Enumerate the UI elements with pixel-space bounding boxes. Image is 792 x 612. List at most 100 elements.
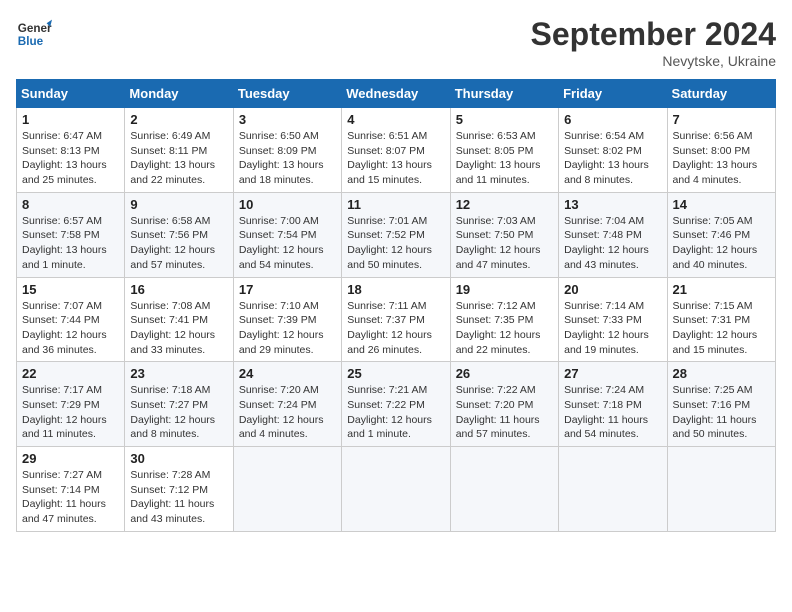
- day-number: 18: [347, 282, 444, 297]
- calendar-cell: 29 Sunrise: 7:27 AMSunset: 7:14 PMDayligh…: [17, 447, 125, 532]
- day-number: 30: [130, 451, 227, 466]
- title-block: September 2024 Nevytske, Ukraine: [531, 16, 776, 69]
- day-number: 13: [564, 197, 661, 212]
- day-number: 24: [239, 366, 336, 381]
- day-info: Sunrise: 7:28 AMSunset: 7:12 PMDaylight:…: [130, 468, 227, 527]
- calendar-cell: 16 Sunrise: 7:08 AMSunset: 7:41 PMDayligh…: [125, 277, 233, 362]
- day-number: 29: [22, 451, 119, 466]
- day-info: Sunrise: 6:58 AMSunset: 7:56 PMDaylight:…: [130, 214, 227, 273]
- col-saturday: Saturday: [667, 80, 775, 108]
- day-info: Sunrise: 7:07 AMSunset: 7:44 PMDaylight:…: [22, 299, 119, 358]
- calendar-cell: 2Sunrise: 6:49 AMSunset: 8:11 PMDaylight…: [125, 108, 233, 193]
- logo-icon: General Blue: [16, 16, 52, 52]
- month-title: September 2024: [531, 16, 776, 53]
- calendar-cell: 11 Sunrise: 7:01 AMSunset: 7:52 PMDayligh…: [342, 192, 450, 277]
- calendar-table: Sunday Monday Tuesday Wednesday Thursday…: [16, 79, 776, 532]
- col-sunday: Sunday: [17, 80, 125, 108]
- day-number: 27: [564, 366, 661, 381]
- calendar-cell: 26 Sunrise: 7:22 AMSunset: 7:20 PMDayligh…: [450, 362, 558, 447]
- day-number: 20: [564, 282, 661, 297]
- day-info: Sunrise: 7:03 AMSunset: 7:50 PMDaylight:…: [456, 214, 553, 273]
- day-number: 26: [456, 366, 553, 381]
- day-info: Sunrise: 7:11 AMSunset: 7:37 PMDaylight:…: [347, 299, 444, 358]
- calendar-cell: 13 Sunrise: 7:04 AMSunset: 7:48 PMDayligh…: [559, 192, 667, 277]
- day-info: Sunrise: 7:01 AMSunset: 7:52 PMDaylight:…: [347, 214, 444, 273]
- day-info: Sunrise: 7:24 AMSunset: 7:18 PMDaylight:…: [564, 383, 661, 442]
- day-number: 15: [22, 282, 119, 297]
- day-number: 22: [22, 366, 119, 381]
- calendar-cell: [233, 447, 341, 532]
- calendar-cell: 15 Sunrise: 7:07 AMSunset: 7:44 PMDayligh…: [17, 277, 125, 362]
- day-info: Sunrise: 7:04 AMSunset: 7:48 PMDaylight:…: [564, 214, 661, 273]
- col-friday: Friday: [559, 80, 667, 108]
- day-number: 21: [673, 282, 770, 297]
- col-tuesday: Tuesday: [233, 80, 341, 108]
- week-row-4: 22 Sunrise: 7:17 AMSunset: 7:29 PMDayligh…: [17, 362, 776, 447]
- calendar-cell: 17 Sunrise: 7:10 AMSunset: 7:39 PMDayligh…: [233, 277, 341, 362]
- calendar-cell: 25Sunrise: 7:21 AMSunset: 7:22 PMDayligh…: [342, 362, 450, 447]
- day-info: Sunrise: 7:14 AMSunset: 7:33 PMDaylight:…: [564, 299, 661, 358]
- day-number: 10: [239, 197, 336, 212]
- calendar-cell: 10 Sunrise: 7:00 AMSunset: 7:54 PMDayligh…: [233, 192, 341, 277]
- day-info: Sunrise: 6:57 AMSunset: 7:58 PMDaylight:…: [22, 214, 119, 273]
- day-info: Sunrise: 6:51 AMSunset: 8:07 PMDaylight:…: [347, 129, 444, 188]
- day-info: Sunrise: 6:56 AMSunset: 8:00 PMDaylight:…: [673, 129, 770, 188]
- week-row-1: 1Sunrise: 6:47 AMSunset: 8:13 PMDaylight…: [17, 108, 776, 193]
- svg-text:Blue: Blue: [18, 35, 44, 48]
- day-info: Sunrise: 7:18 AMSunset: 7:27 PMDaylight:…: [130, 383, 227, 442]
- calendar-cell: [559, 447, 667, 532]
- week-row-5: 29 Sunrise: 7:27 AMSunset: 7:14 PMDayligh…: [17, 447, 776, 532]
- day-info: Sunrise: 7:25 AMSunset: 7:16 PMDaylight:…: [673, 383, 770, 442]
- day-info: Sunrise: 7:17 AMSunset: 7:29 PMDaylight:…: [22, 383, 119, 442]
- day-info: Sunrise: 7:08 AMSunset: 7:41 PMDaylight:…: [130, 299, 227, 358]
- logo: General Blue: [16, 16, 52, 52]
- calendar-cell: 7 Sunrise: 6:56 AMSunset: 8:00 PMDaylight…: [667, 108, 775, 193]
- day-number: 11: [347, 197, 444, 212]
- location-subtitle: Nevytske, Ukraine: [531, 53, 776, 69]
- day-info: Sunrise: 6:50 AMSunset: 8:09 PMDaylight:…: [239, 129, 336, 188]
- day-info: Sunrise: 7:00 AMSunset: 7:54 PMDaylight:…: [239, 214, 336, 273]
- day-number: 12: [456, 197, 553, 212]
- calendar-cell: 14 Sunrise: 7:05 AMSunset: 7:46 PMDayligh…: [667, 192, 775, 277]
- day-info: Sunrise: 6:53 AMSunset: 8:05 PMDaylight:…: [456, 129, 553, 188]
- day-number: 16: [130, 282, 227, 297]
- calendar-cell: 1Sunrise: 6:47 AMSunset: 8:13 PMDaylight…: [17, 108, 125, 193]
- calendar-cell: 22 Sunrise: 7:17 AMSunset: 7:29 PMDayligh…: [17, 362, 125, 447]
- page-header: General Blue September 2024 Nevytske, Uk…: [16, 16, 776, 69]
- calendar-cell: 3 Sunrise: 6:50 AMSunset: 8:09 PMDaylight…: [233, 108, 341, 193]
- day-info: Sunrise: 7:27 AMSunset: 7:14 PMDaylight:…: [22, 468, 119, 527]
- svg-text:General: General: [18, 22, 52, 35]
- calendar-cell: 6Sunrise: 6:54 AMSunset: 8:02 PMDaylight…: [559, 108, 667, 193]
- day-number: 4: [347, 112, 444, 127]
- header-row: Sunday Monday Tuesday Wednesday Thursday…: [17, 80, 776, 108]
- calendar-cell: 20 Sunrise: 7:14 AMSunset: 7:33 PMDayligh…: [559, 277, 667, 362]
- day-info: Sunrise: 7:15 AMSunset: 7:31 PMDaylight:…: [673, 299, 770, 358]
- day-number: 7: [673, 112, 770, 127]
- col-thursday: Thursday: [450, 80, 558, 108]
- col-wednesday: Wednesday: [342, 80, 450, 108]
- calendar-cell: 21 Sunrise: 7:15 AMSunset: 7:31 PMDayligh…: [667, 277, 775, 362]
- week-row-3: 15 Sunrise: 7:07 AMSunset: 7:44 PMDayligh…: [17, 277, 776, 362]
- day-number: 14: [673, 197, 770, 212]
- day-number: 19: [456, 282, 553, 297]
- day-info: Sunrise: 6:54 AMSunset: 8:02 PMDaylight:…: [564, 129, 661, 188]
- day-info: Sunrise: 7:22 AMSunset: 7:20 PMDaylight:…: [456, 383, 553, 442]
- calendar-cell: 18 Sunrise: 7:11 AMSunset: 7:37 PMDayligh…: [342, 277, 450, 362]
- day-info: Sunrise: 6:47 AMSunset: 8:13 PMDaylight:…: [22, 129, 119, 188]
- day-info: Sunrise: 7:20 AMSunset: 7:24 PMDaylight:…: [239, 383, 336, 442]
- day-info: Sunrise: 7:05 AMSunset: 7:46 PMDaylight:…: [673, 214, 770, 273]
- day-number: 17: [239, 282, 336, 297]
- day-number: 25: [347, 366, 444, 381]
- day-number: 23: [130, 366, 227, 381]
- calendar-cell: 27 Sunrise: 7:24 AMSunset: 7:18 PMDayligh…: [559, 362, 667, 447]
- calendar-cell: [342, 447, 450, 532]
- calendar-cell: 30 Sunrise: 7:28 AMSunset: 7:12 PMDayligh…: [125, 447, 233, 532]
- day-number: 28: [673, 366, 770, 381]
- day-number: 5: [456, 112, 553, 127]
- calendar-cell: 19Sunrise: 7:12 AMSunset: 7:35 PMDayligh…: [450, 277, 558, 362]
- col-monday: Monday: [125, 80, 233, 108]
- calendar-cell: [450, 447, 558, 532]
- day-number: 3: [239, 112, 336, 127]
- calendar-cell: 8Sunrise: 6:57 AMSunset: 7:58 PMDaylight…: [17, 192, 125, 277]
- day-info: Sunrise: 7:10 AMSunset: 7:39 PMDaylight:…: [239, 299, 336, 358]
